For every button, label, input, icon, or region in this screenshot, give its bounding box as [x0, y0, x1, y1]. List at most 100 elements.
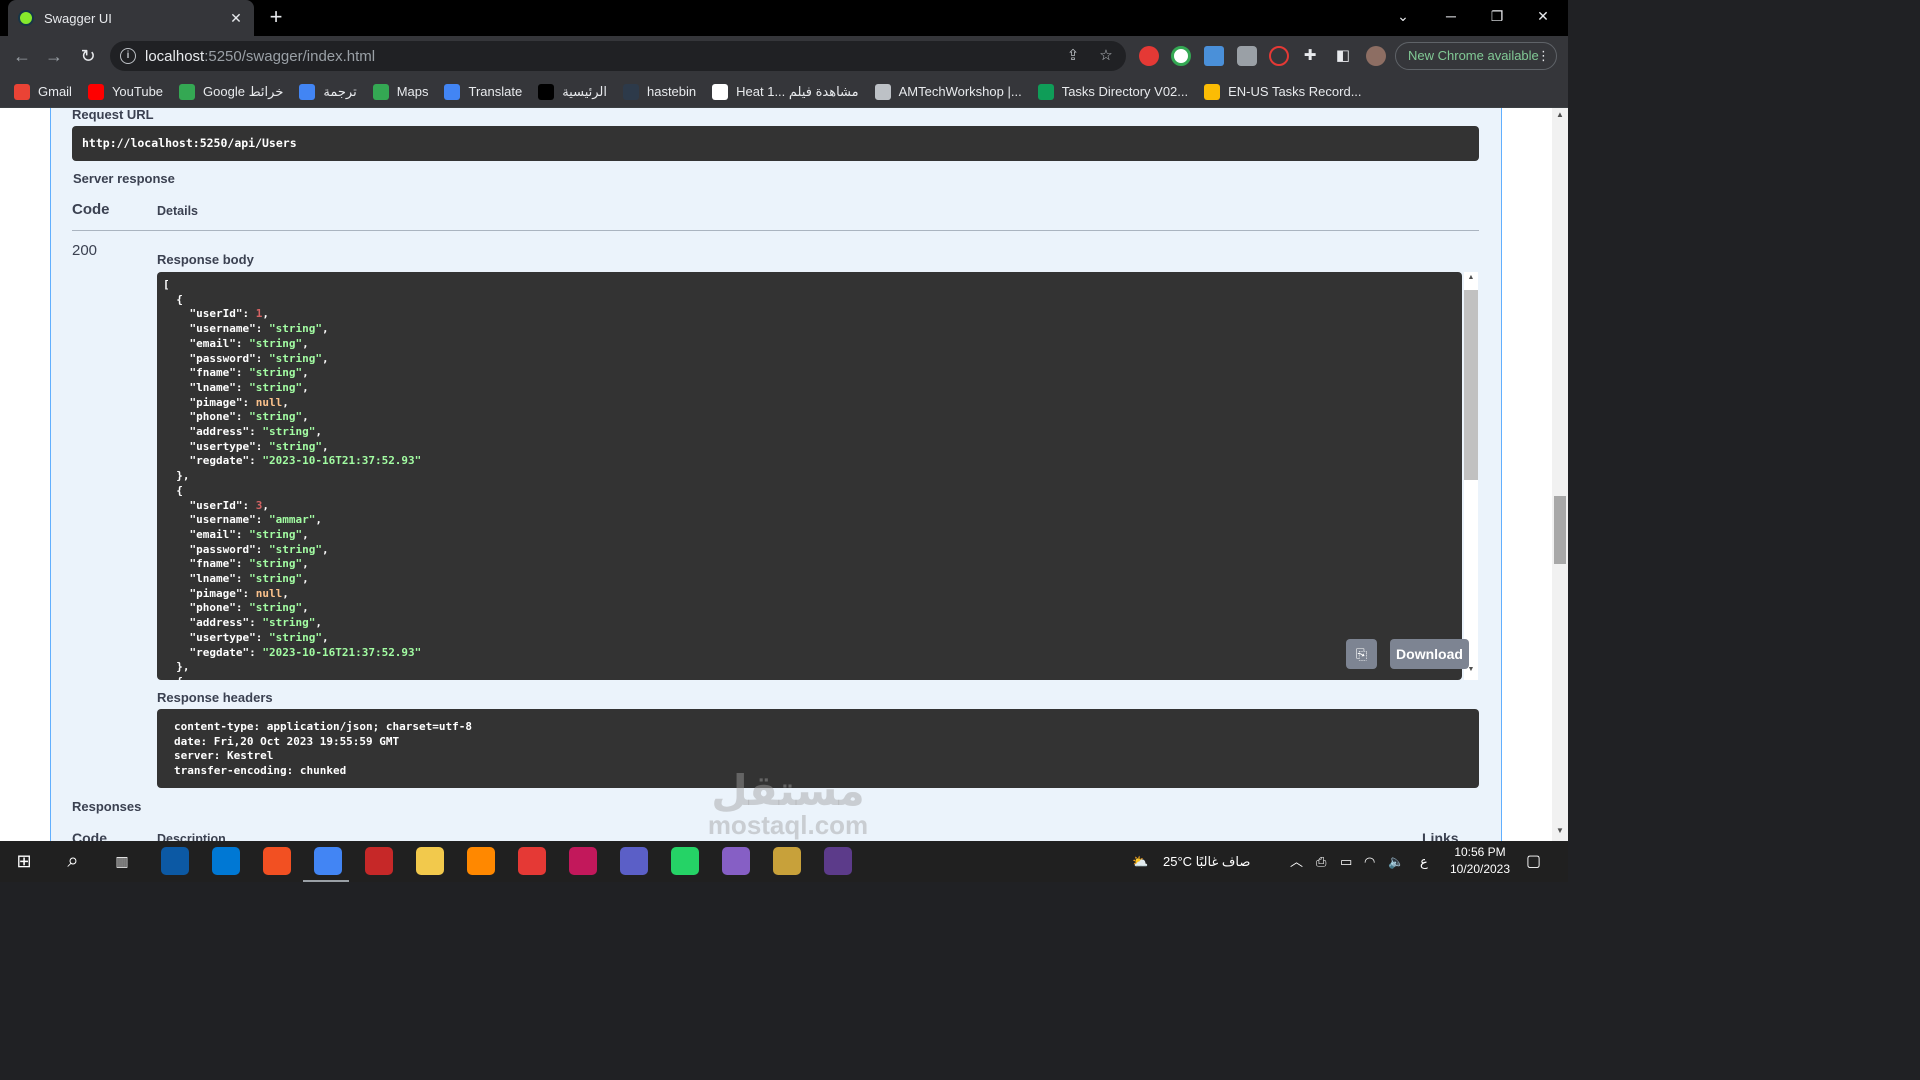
- tab-search-icon[interactable]: ⌄: [1380, 0, 1426, 32]
- bookmark-item[interactable]: EN-US Tasks Record...: [1204, 83, 1362, 100]
- app-icon[interactable]: [773, 847, 801, 875]
- vlc-icon[interactable]: [467, 847, 495, 875]
- show-hidden-icons[interactable]: ︿: [1290, 841, 1303, 882]
- wifi-icon[interactable]: ◠: [1364, 841, 1375, 882]
- notifications-icon[interactable]: ▢: [1526, 841, 1541, 882]
- globe-icon: [874, 83, 891, 100]
- bookmark-item[interactable]: AMTechWorkshop |...: [874, 83, 1022, 100]
- json-punct: ,: [321, 630, 329, 644]
- bookmark-item[interactable]: hastebin: [622, 83, 696, 100]
- task-view-icon[interactable]: ▥: [108, 847, 136, 875]
- volume-icon[interactable]: 🔈: [1388, 841, 1404, 882]
- wps-icon[interactable]: [569, 847, 597, 875]
- responses-links-header: Links: [1422, 830, 1459, 841]
- response-body-label: Response body: [157, 252, 254, 267]
- clock-time: 10:56 PM: [1454, 845, 1506, 859]
- responses-label: Responses: [72, 799, 142, 814]
- close-window-icon[interactable]: ✕: [1520, 0, 1566, 32]
- page-scrollbar-thumb[interactable]: [1554, 496, 1566, 564]
- reload-icon[interactable]: ↻: [76, 44, 100, 68]
- watermark-logo: مستقل mostaql.com: [688, 770, 888, 839]
- mail-icon[interactable]: [212, 847, 240, 875]
- game-app-icon[interactable]: [518, 847, 546, 875]
- windows-start-icon[interactable]: ⊞: [10, 847, 38, 875]
- chrome-icon[interactable]: [314, 847, 342, 875]
- store-icon[interactable]: [263, 847, 291, 875]
- new-chrome-label: New Chrome available: [1408, 48, 1539, 63]
- bookmark-item[interactable]: Heat 1... مشاهدة فيلم: [712, 83, 859, 100]
- input-language[interactable]: ع: [1420, 841, 1428, 882]
- meet-now-icon[interactable]: ⎙: [1316, 841, 1326, 882]
- scroll-up-icon[interactable]: ▲: [1464, 274, 1478, 281]
- bookmark-item[interactable]: Google خرائط: [179, 83, 283, 100]
- json-punct: [163, 352, 190, 365]
- json-punct: {: [163, 675, 183, 680]
- new-chrome-available-button[interactable]: New Chrome available ⋮: [1395, 42, 1557, 70]
- extensions-puzzle-icon[interactable]: ✚: [1301, 47, 1319, 65]
- json-punct: :: [242, 307, 256, 321]
- address-bar[interactable]: i localhost:5250/swagger/index.html ⇪ ☆: [110, 41, 1126, 71]
- file-explorer-icon[interactable]: [416, 847, 444, 875]
- page-scroll-up-icon[interactable]: ▲: [1552, 110, 1568, 119]
- whatsapp-icon[interactable]: [671, 847, 699, 875]
- weather-icon[interactable]: ⛅: [1132, 841, 1148, 882]
- extension-red-icon[interactable]: [1139, 46, 1159, 66]
- site-info-icon[interactable]: i: [120, 48, 136, 64]
- minimize-icon[interactable]: ─: [1428, 0, 1474, 32]
- bookmark-item[interactable]: Gmail: [14, 83, 72, 100]
- bookmark-item[interactable]: Maps: [372, 83, 428, 100]
- extension-play-icon[interactable]: [1269, 46, 1289, 66]
- new-tab-button[interactable]: +: [264, 6, 288, 30]
- json-key: "username": [189, 322, 256, 336]
- close-tab-icon[interactable]: ✕: [228, 10, 244, 27]
- bookmark-item[interactable]: Tasks Directory V02...: [1037, 83, 1188, 100]
- forward-icon[interactable]: →: [42, 44, 66, 68]
- side-panel-icon[interactable]: ◧: [1334, 47, 1352, 65]
- edge-icon[interactable]: [161, 847, 189, 875]
- download-button[interactable]: Download: [1390, 639, 1469, 669]
- visual-studio-icon[interactable]: [722, 847, 750, 875]
- terminal-icon[interactable]: [824, 847, 852, 875]
- extension-globe-icon[interactable]: [1171, 46, 1191, 66]
- teams-icon[interactable]: [620, 847, 648, 875]
- json-null: null: [255, 586, 283, 600]
- system-clock[interactable]: 10:56 PM 10/20/2023: [1440, 844, 1520, 878]
- code-line: },: [163, 660, 421, 675]
- share-icon[interactable]: ⇪: [1064, 47, 1082, 65]
- back-icon[interactable]: ←: [10, 44, 34, 68]
- restore-icon[interactable]: ❐: [1474, 0, 1520, 32]
- url-text[interactable]: localhost:5250/swagger/index.html: [145, 48, 375, 65]
- bookmark-item[interactable]: ترجمة: [299, 83, 357, 100]
- bookmark-item[interactable]: YouTube: [87, 83, 163, 100]
- response-headers-label: Response headers: [157, 690, 273, 705]
- response-body[interactable]: [ { "userId": 1, "username": "string", "…: [157, 272, 1462, 680]
- bookmark-label: Translate: [468, 84, 523, 99]
- profile-avatar[interactable]: [1366, 46, 1386, 66]
- bookmark-star-icon[interactable]: ☆: [1097, 47, 1115, 65]
- extension-shield-icon[interactable]: [1237, 46, 1257, 66]
- page-scrollbar[interactable]: ▲ ▼: [1552, 108, 1568, 841]
- json-punct: :: [235, 572, 250, 586]
- bookmark-item[interactable]: الرئيسية: [538, 83, 607, 100]
- json-punct: :: [235, 380, 250, 394]
- response-body-scrollbar[interactable]: ▲ ▼: [1464, 272, 1478, 680]
- weather-text[interactable]: 25°C صاف غالبًا: [1163, 841, 1250, 882]
- bookmark-item[interactable]: Translate: [444, 83, 523, 100]
- copy-to-clipboard-button[interactable]: ⎘: [1346, 639, 1377, 669]
- json-key: "fname": [189, 557, 236, 571]
- search-icon[interactable]: ⌕: [59, 847, 87, 875]
- chrome-menu-icon[interactable]: ⋮: [1537, 43, 1550, 69]
- battery-icon[interactable]: ▭: [1340, 841, 1352, 882]
- json-punct: ,: [302, 527, 309, 541]
- json-punct: ,: [302, 366, 309, 380]
- json-punct: {: [163, 292, 183, 306]
- code-line: "userId": 3,: [163, 499, 421, 514]
- json-key: "address": [189, 425, 250, 439]
- tab-swagger-ui[interactable]: Swagger UI ✕: [8, 0, 254, 36]
- json-punct: [163, 322, 190, 335]
- page-scroll-down-icon[interactable]: ▼: [1552, 826, 1568, 835]
- car-app-icon[interactable]: [365, 847, 393, 875]
- extension-blue-icon[interactable]: [1204, 46, 1224, 66]
- scrollbar-thumb[interactable]: [1464, 290, 1478, 480]
- json-string: "string": [268, 351, 322, 365]
